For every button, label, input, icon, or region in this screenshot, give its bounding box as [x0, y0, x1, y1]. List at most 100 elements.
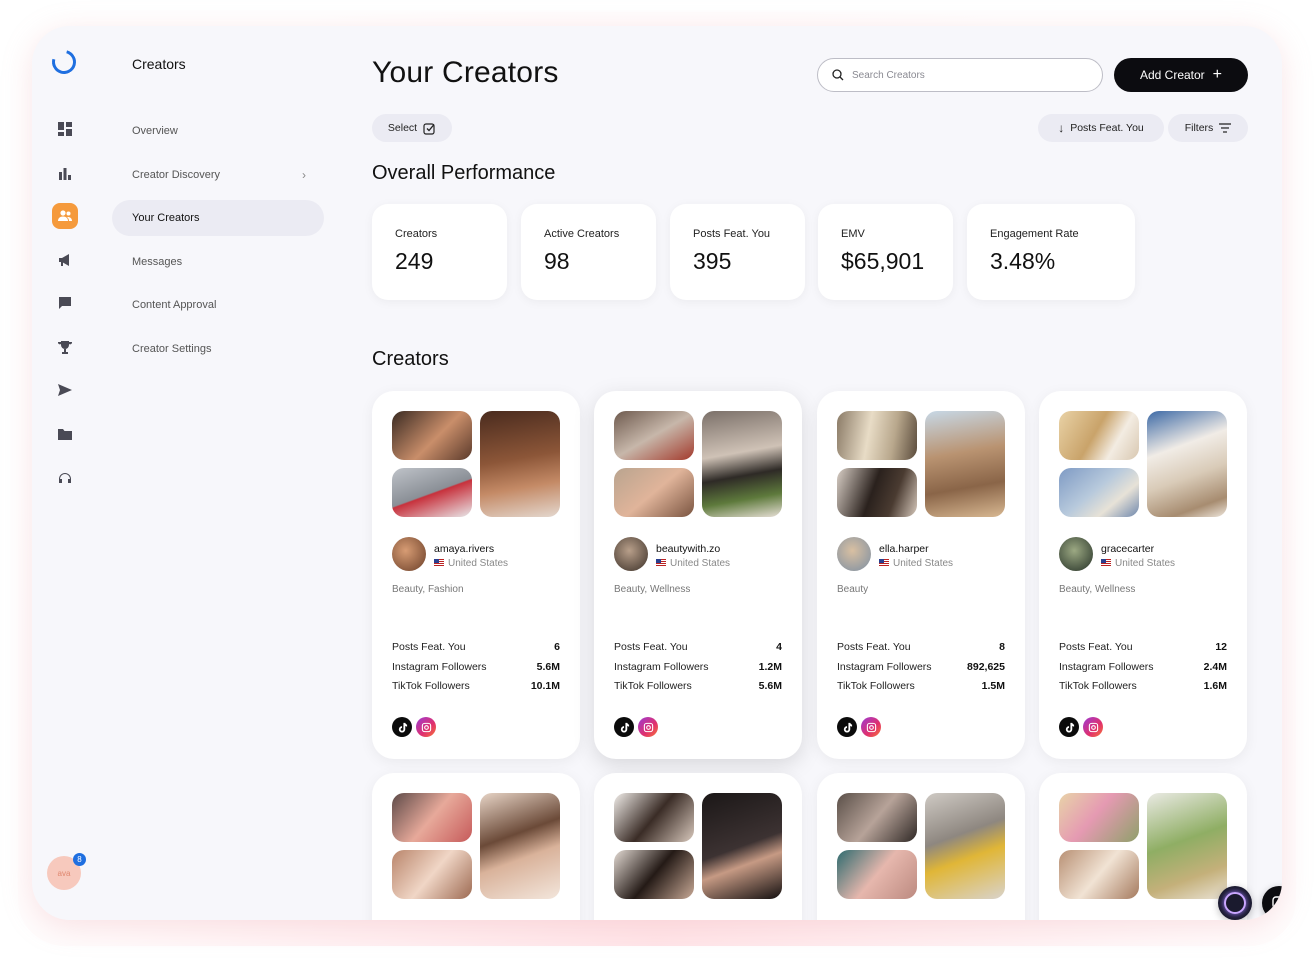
- add-creator-button[interactable]: Add Creator +: [1114, 58, 1248, 92]
- sort-button[interactable]: ↓ Posts Feat. You: [1038, 114, 1164, 142]
- creator-photo: [837, 850, 917, 899]
- creator-handle[interactable]: amaya.rivers: [434, 543, 494, 555]
- creator-country: United States: [656, 558, 730, 569]
- metric-row-posts: Posts Feat. You 4: [614, 641, 782, 653]
- stat-label: Engagement Rate: [990, 228, 1079, 240]
- creator-avatar: [1059, 537, 1093, 571]
- instagram-icon[interactable]: [638, 717, 658, 737]
- creator-tags: Beauty, Fashion: [392, 584, 464, 595]
- headphones-icon[interactable]: [52, 464, 78, 490]
- filters-button[interactable]: Filters: [1168, 114, 1248, 142]
- creator-country: United States: [434, 558, 508, 569]
- add-creator-label: Add Creator: [1139, 68, 1205, 82]
- metric-row-instagram: Instagram Followers 892,625: [837, 661, 1005, 673]
- photo-grid: [1059, 793, 1227, 899]
- tiktok-icon[interactable]: [392, 717, 412, 737]
- nav-item-creator-discovery[interactable]: Creator Discovery ›: [112, 157, 324, 193]
- dashboard-icon[interactable]: [52, 116, 78, 142]
- nav-item-label: Your Creators: [132, 212, 200, 224]
- performance-title: Overall Performance: [372, 162, 556, 184]
- metric-row-tiktok: TikTok Followers 1.6M: [1059, 680, 1227, 692]
- creator-avatar: [837, 537, 871, 571]
- nav-item-overview[interactable]: Overview: [112, 113, 324, 149]
- creator-card[interactable]: amaya.rivers United States Beauty, Fashi…: [372, 391, 580, 759]
- search-input[interactable]: [852, 69, 1082, 81]
- creator-photo: [1059, 468, 1139, 517]
- metric-row-instagram: Instagram Followers 2.4M: [1059, 661, 1227, 673]
- creator-card[interactable]: [594, 773, 802, 920]
- creator-photo: [925, 411, 1005, 517]
- creator-card[interactable]: gracecarter United States Beauty, Wellne…: [1039, 391, 1247, 759]
- us-flag-icon: [656, 559, 666, 566]
- nav-title: Creators: [132, 56, 186, 72]
- creator-card[interactable]: [372, 773, 580, 920]
- photo-grid: [614, 793, 782, 899]
- nav-item-your-creators[interactable]: Your Creators: [112, 200, 324, 236]
- stat-card-engagement: Engagement Rate 3.48%: [967, 204, 1135, 300]
- metric-row-tiktok: TikTok Followers 1.5M: [837, 680, 1005, 692]
- assistant-button[interactable]: [1218, 886, 1252, 920]
- instagram-icon[interactable]: [861, 717, 881, 737]
- creator-photo: [392, 793, 472, 842]
- instagram-icon[interactable]: [416, 717, 436, 737]
- creator-photo: [1059, 850, 1139, 899]
- nav-item-label: Creator Settings: [132, 343, 212, 355]
- photo-grid: [837, 793, 1005, 899]
- assistant-icon: [1224, 892, 1246, 914]
- creator-country: United States: [1101, 558, 1175, 569]
- search-box[interactable]: [817, 58, 1103, 92]
- nav-item-creator-settings[interactable]: Creator Settings: [112, 331, 324, 367]
- creator-country: United States: [879, 558, 953, 569]
- creator-photo: [837, 411, 917, 460]
- search-icon: [832, 69, 844, 81]
- select-button[interactable]: Select: [372, 114, 452, 142]
- filter-icon: [1219, 123, 1232, 133]
- message-icon[interactable]: [52, 290, 78, 316]
- analytics-icon[interactable]: [52, 160, 78, 186]
- creator-photo: [480, 793, 560, 899]
- tiktok-icon[interactable]: [1059, 717, 1079, 737]
- stat-label: Active Creators: [544, 228, 620, 240]
- creator-card[interactable]: [1039, 773, 1247, 920]
- creators-icon[interactable]: [52, 203, 78, 229]
- stat-value: 249: [395, 248, 434, 274]
- creator-handle[interactable]: beautywith.zo: [656, 543, 720, 555]
- send-icon[interactable]: [52, 377, 78, 403]
- icon-rail: ava 8: [32, 26, 98, 920]
- stat-card-emv: EMV $65,901: [818, 204, 953, 300]
- creator-card[interactable]: ella.harper United States Beauty Posts F…: [817, 391, 1025, 759]
- nav-item-messages[interactable]: Messages: [112, 244, 324, 280]
- stat-value: 3.48%: [990, 248, 1056, 274]
- nav-item-label: Overview: [132, 125, 178, 137]
- megaphone-icon[interactable]: [52, 247, 78, 273]
- creator-photo: [480, 411, 560, 517]
- tiktok-icon[interactable]: [614, 717, 634, 737]
- instagram-icon[interactable]: [1083, 717, 1103, 737]
- nav-item-content-approval[interactable]: Content Approval: [112, 287, 324, 323]
- metric-row-posts: Posts Feat. You 12: [1059, 641, 1227, 653]
- creator-card[interactable]: [817, 773, 1025, 920]
- creator-card[interactable]: beautywith.zo United States Beauty, Well…: [594, 391, 802, 759]
- tiktok-icon[interactable]: [837, 717, 857, 737]
- stat-label: Posts Feat. You: [693, 228, 771, 240]
- creator-avatar: [614, 537, 648, 571]
- creator-tags: Beauty, Wellness: [614, 584, 691, 595]
- creator-photo: [614, 411, 694, 460]
- arrow-down-icon: ↓: [1058, 121, 1065, 135]
- metric-row-posts: Posts Feat. You 8: [837, 641, 1005, 653]
- creator-photo: [392, 411, 472, 460]
- page-title: Your Creators: [372, 56, 559, 89]
- creator-photo: [837, 468, 917, 517]
- folder-icon[interactable]: [52, 421, 78, 447]
- creator-handle[interactable]: gracecarter: [1101, 543, 1154, 555]
- trophy-icon[interactable]: [52, 334, 78, 360]
- nav-item-label: Messages: [132, 256, 183, 268]
- creator-photo: [1147, 411, 1227, 517]
- stat-card-active-creators: Active Creators 98: [521, 204, 656, 300]
- creator-handle[interactable]: ella.harper: [879, 543, 929, 555]
- stat-value: 98: [544, 248, 570, 274]
- sort-label: Posts Feat. You: [1070, 122, 1144, 134]
- logo-icon: [47, 45, 81, 79]
- notification-badge: 8: [73, 853, 86, 866]
- creator-photo: [614, 850, 694, 899]
